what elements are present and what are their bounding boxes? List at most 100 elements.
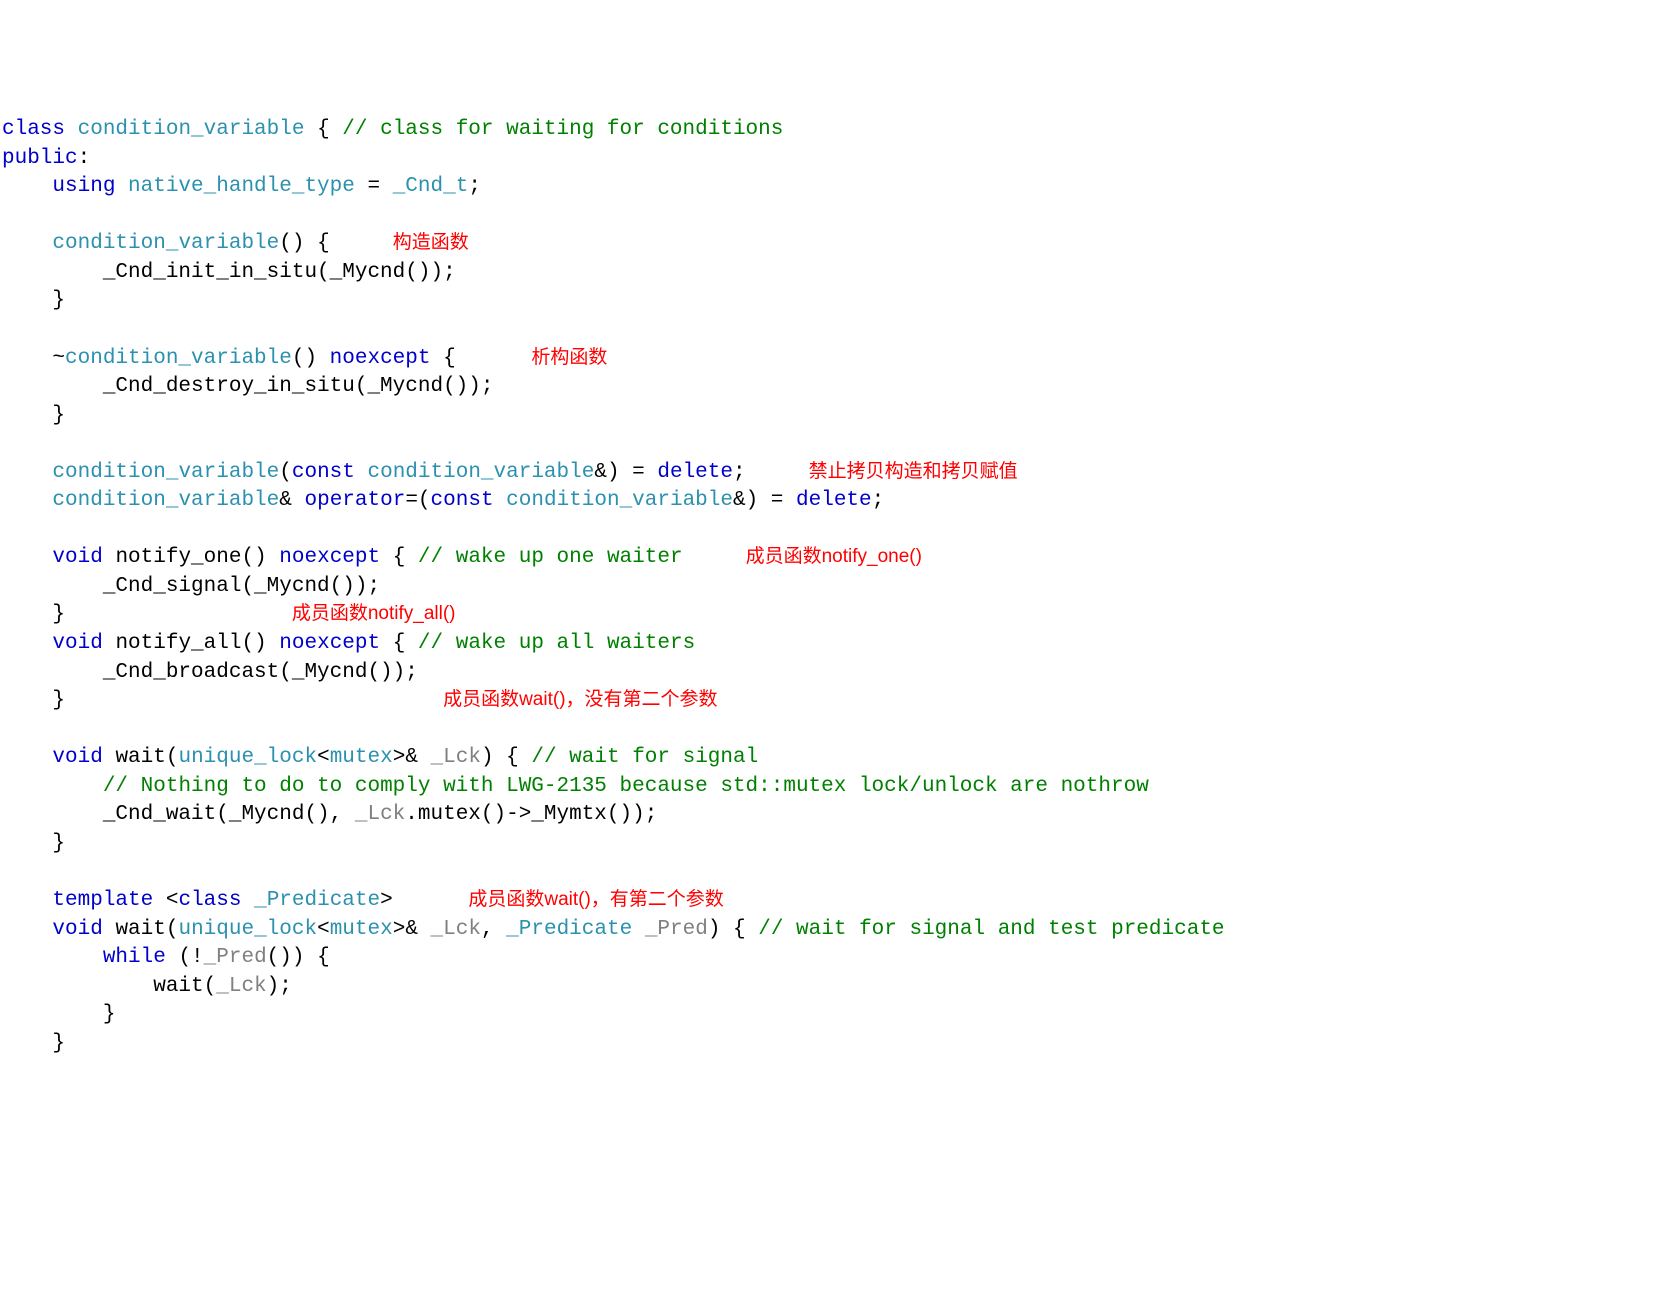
cond: (! xyxy=(166,946,204,969)
pad xyxy=(65,603,292,626)
after: &) = xyxy=(733,489,796,512)
annotation-notify-all: 成员函数notify_all() xyxy=(292,603,456,624)
fn-wait: wait( xyxy=(103,746,179,769)
close-brace: } xyxy=(2,832,65,855)
type-mutex: mutex xyxy=(330,918,393,941)
comment: // wait for signal and test predicate xyxy=(758,918,1224,941)
gt: > xyxy=(380,889,468,912)
colon: : xyxy=(78,147,91,170)
indent xyxy=(2,946,103,969)
pad xyxy=(65,689,443,712)
indent xyxy=(2,775,103,798)
lt: < xyxy=(153,889,178,912)
kw-using: using xyxy=(2,175,115,198)
comment-lwg: // Nothing to do to comply with LWG-2135… xyxy=(103,775,1149,798)
brace: ) { xyxy=(481,746,531,769)
close-brace: } xyxy=(2,289,65,312)
type-alias: native_handle_type xyxy=(115,175,354,198)
close-brace: } xyxy=(2,404,65,427)
close-brace: } xyxy=(2,603,65,626)
kw-void: void xyxy=(52,746,102,769)
kw-void: void xyxy=(52,546,102,569)
code-block: class condition_variable { // class for … xyxy=(2,116,1653,1058)
kw-delete: delete xyxy=(796,489,872,512)
param-lck: _Lck xyxy=(431,918,481,941)
close-brace: } xyxy=(2,1032,65,1055)
wait-body-after: .mutex()->_Mymtx()); xyxy=(405,803,657,826)
param-lck: _Lck xyxy=(216,975,266,998)
ctor-body: _Cnd_init_in_situ(_Mycnd()); xyxy=(2,261,456,284)
brace: ) { xyxy=(708,918,758,941)
indent xyxy=(2,232,52,255)
annotation-ctor: 构造函数 xyxy=(393,232,469,253)
dtor-parens: () xyxy=(292,347,330,370)
pad xyxy=(683,546,746,569)
fn-notify-one: notify_one() xyxy=(103,546,279,569)
indent xyxy=(2,489,52,512)
ctor-name: condition_variable xyxy=(52,232,279,255)
kw-noexcept: noexcept xyxy=(279,546,380,569)
kw-void: void xyxy=(52,632,102,655)
type-unique-lock: unique_lock xyxy=(178,746,317,769)
lt: < xyxy=(317,918,330,941)
kw-delete: delete xyxy=(657,461,733,484)
brace: { xyxy=(380,632,418,655)
type-predicate: _Predicate xyxy=(506,918,632,941)
kw-const: const xyxy=(431,489,494,512)
semi: ; xyxy=(733,461,809,484)
after: ); xyxy=(267,975,292,998)
brace: { xyxy=(380,546,418,569)
gt: >& xyxy=(393,746,431,769)
semi: ; xyxy=(468,175,481,198)
wait-body: _Cnd_wait(_Mycnd(), xyxy=(2,803,355,826)
comment: // wait for signal xyxy=(531,746,758,769)
sp xyxy=(355,461,368,484)
notify-all-body: _Cnd_broadcast(_Mycnd()); xyxy=(2,661,418,684)
comma: , xyxy=(481,918,506,941)
param-pred: _Pred xyxy=(645,918,708,941)
amp: & xyxy=(279,489,304,512)
after: &) = xyxy=(594,461,657,484)
indent xyxy=(2,546,52,569)
annotation-dtor: 析构函数 xyxy=(531,347,607,368)
comment: // wake up all waiters xyxy=(418,632,695,655)
kw-noexcept: noexcept xyxy=(330,347,431,370)
sp xyxy=(241,889,254,912)
kw-void: void xyxy=(52,918,102,941)
copy-ctor: condition_variable xyxy=(52,461,279,484)
close-brace: } xyxy=(2,689,65,712)
dtor-body: _Cnd_destroy_in_situ(_Mycnd()); xyxy=(2,375,493,398)
annotation-wait-1: 成员函数wait()，没有第二个参数 xyxy=(443,689,717,710)
wait-call: wait( xyxy=(2,975,216,998)
indent xyxy=(2,889,52,912)
kw-while: while xyxy=(103,946,166,969)
eq-paren: =( xyxy=(405,489,430,512)
indent xyxy=(2,632,52,655)
kw-public: public xyxy=(2,147,78,170)
semi: ; xyxy=(872,489,885,512)
kw-const: const xyxy=(292,461,355,484)
type-unique-lock: unique_lock xyxy=(178,918,317,941)
param-pred: _Pred xyxy=(204,946,267,969)
paren: ( xyxy=(279,461,292,484)
sp xyxy=(632,918,645,941)
class-name: condition_variable xyxy=(78,118,305,141)
lt: < xyxy=(317,746,330,769)
fn-notify-all: notify_all() xyxy=(103,632,279,655)
close-brace: } xyxy=(2,1003,115,1026)
annotation-nocopy: 禁止拷贝构造和拷贝赋值 xyxy=(809,461,1018,482)
type-cndt: _Cnd_t xyxy=(393,175,469,198)
sp xyxy=(494,489,507,512)
param-lck: _Lck xyxy=(431,746,481,769)
annotation-wait-2: 成员函数wait()，有第二个参数 xyxy=(468,889,723,910)
indent xyxy=(2,918,52,941)
dtor-name: condition_variable xyxy=(65,347,292,370)
brace: { xyxy=(431,347,532,370)
kw-class: class xyxy=(178,889,241,912)
brace: { xyxy=(304,118,342,141)
eq: = xyxy=(355,175,393,198)
annotation-notify-one: 成员函数notify_one() xyxy=(746,546,922,567)
kw-operator: operator xyxy=(304,489,405,512)
indent xyxy=(2,746,52,769)
copy-assign-ret: condition_variable xyxy=(52,489,279,512)
